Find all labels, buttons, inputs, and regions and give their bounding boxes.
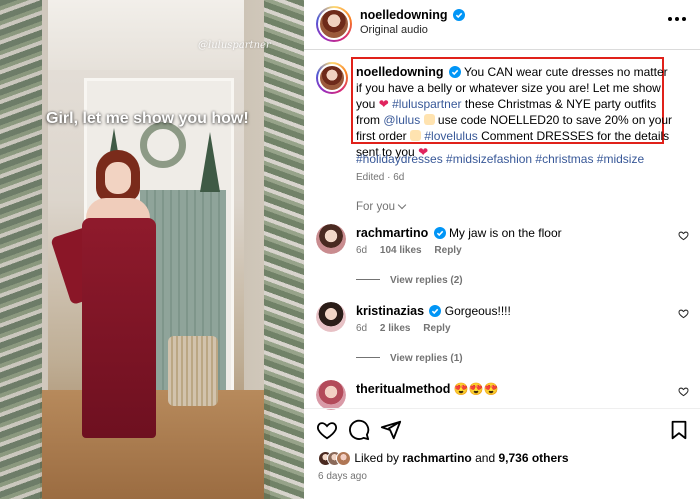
face (105, 162, 131, 194)
comment-meta: 6d 2 likes Reply (356, 323, 451, 334)
view-replies-label: View replies (1) (390, 353, 463, 364)
commenter-avatar[interactable] (316, 224, 346, 254)
heart-outline-icon[interactable] (678, 386, 689, 397)
red-dress (82, 218, 156, 438)
hands-emoji (410, 130, 422, 141)
comment-body: theritualmethod 😍😍😍 (356, 382, 499, 396)
post-date: 6 days ago (318, 471, 367, 482)
more-options-icon[interactable] (668, 17, 686, 23)
paper-plane-icon[interactable] (380, 419, 402, 441)
author-username[interactable]: noelledowning (360, 8, 448, 22)
caption-avatar[interactable] (316, 62, 348, 94)
garland-right (264, 0, 304, 499)
comment-text: My jaw is on the floor (448, 226, 562, 240)
chevron-down-icon (397, 200, 407, 210)
view-replies-button[interactable]: View replies (2) (356, 275, 463, 286)
author-avatar[interactable] (316, 6, 352, 42)
verified-badge-icon (448, 66, 461, 78)
video-caption-overlay: Girl, let me show you how! (46, 110, 249, 127)
avatar-image (316, 380, 346, 410)
comment-text: Gorgeous!!!! (444, 304, 511, 318)
verified-badge-icon (433, 227, 446, 239)
reply-button[interactable]: Reply (434, 245, 461, 256)
post-header: noelledowning Original audio (304, 0, 700, 50)
post-panel: noelledowning Original audio noelledowni… (304, 0, 700, 499)
liker-username[interactable]: rachmartino (402, 451, 471, 465)
view-replies-label: View replies (2) (390, 275, 463, 286)
comment-bubble-icon[interactable] (348, 419, 370, 441)
comment-sort-dropdown[interactable]: For you (356, 200, 407, 213)
caption-hashtags[interactable]: #holidaydresses #midsizefashion #christm… (356, 152, 644, 166)
avatar-image (318, 8, 350, 40)
commenter-username[interactable]: theritualmethod (356, 382, 450, 396)
comment-body: rachmartino My jaw is on the floor (356, 226, 562, 240)
author-line: noelledowning (360, 8, 465, 22)
likes-and: and (475, 451, 496, 465)
reel-video[interactable]: @luluspartner Girl, let me show you how! (0, 0, 304, 499)
audio-label[interactable]: Original audio (360, 24, 428, 36)
avatar-image (316, 224, 346, 254)
edited-label: Edited · 6d (356, 172, 405, 183)
woman-in-red-dress (50, 150, 180, 470)
bookmark-icon[interactable] (668, 419, 690, 441)
heart-emoji: ❤ (378, 97, 389, 111)
divider-line (356, 279, 380, 280)
commenter-avatar[interactable] (316, 380, 346, 410)
sort-label: For you (356, 201, 395, 213)
likes-others[interactable]: 9,736 others (498, 451, 568, 465)
view-replies-button[interactable]: View replies (1) (356, 353, 463, 364)
heart-outline-icon[interactable] (678, 230, 689, 241)
hashtag-lovelulus[interactable]: #lovelulus (424, 129, 477, 143)
heart-outline-icon[interactable] (678, 308, 689, 319)
garland-left (0, 0, 42, 499)
hashtag-luluspartner[interactable]: #luluspartner (392, 97, 461, 111)
comment-likes[interactable]: 104 likes (380, 245, 422, 256)
commenter-username[interactable]: rachmartino (356, 226, 428, 240)
comment-body: kristinazias Gorgeous!!!! (356, 304, 511, 318)
watermark: @luluspartner (198, 40, 271, 51)
commenter-avatar[interactable] (316, 302, 346, 332)
mention-lulus[interactable]: @lulus (383, 113, 420, 127)
avatar-image (316, 302, 346, 332)
hands-emoji (423, 114, 435, 125)
liker-avatar (336, 451, 351, 466)
commenter-username[interactable]: kristinazias (356, 304, 424, 318)
action-bar (304, 408, 700, 448)
comment-age: 6d (356, 323, 368, 334)
verified-badge-icon (429, 305, 442, 317)
comment-meta: 6d 104 likes Reply (356, 245, 462, 256)
caption-username[interactable]: noelledowning (356, 65, 444, 79)
christmas-tree (200, 132, 220, 192)
comment-age: 6d (356, 245, 368, 256)
avatar-image (318, 64, 346, 92)
likes-summary[interactable]: Liked by rachmartino and 9,736 others (318, 451, 569, 466)
comment-text: 😍😍😍 (453, 382, 499, 396)
post-caption: noelledowning You CAN wear cute dresses … (356, 64, 674, 160)
likes-prefix: Liked by (354, 451, 400, 465)
reply-button[interactable]: Reply (423, 323, 450, 334)
comment-likes[interactable]: 2 likes (380, 323, 411, 334)
divider-line (356, 357, 380, 358)
verified-badge-icon (452, 9, 465, 21)
like-heart-icon[interactable] (316, 419, 338, 441)
